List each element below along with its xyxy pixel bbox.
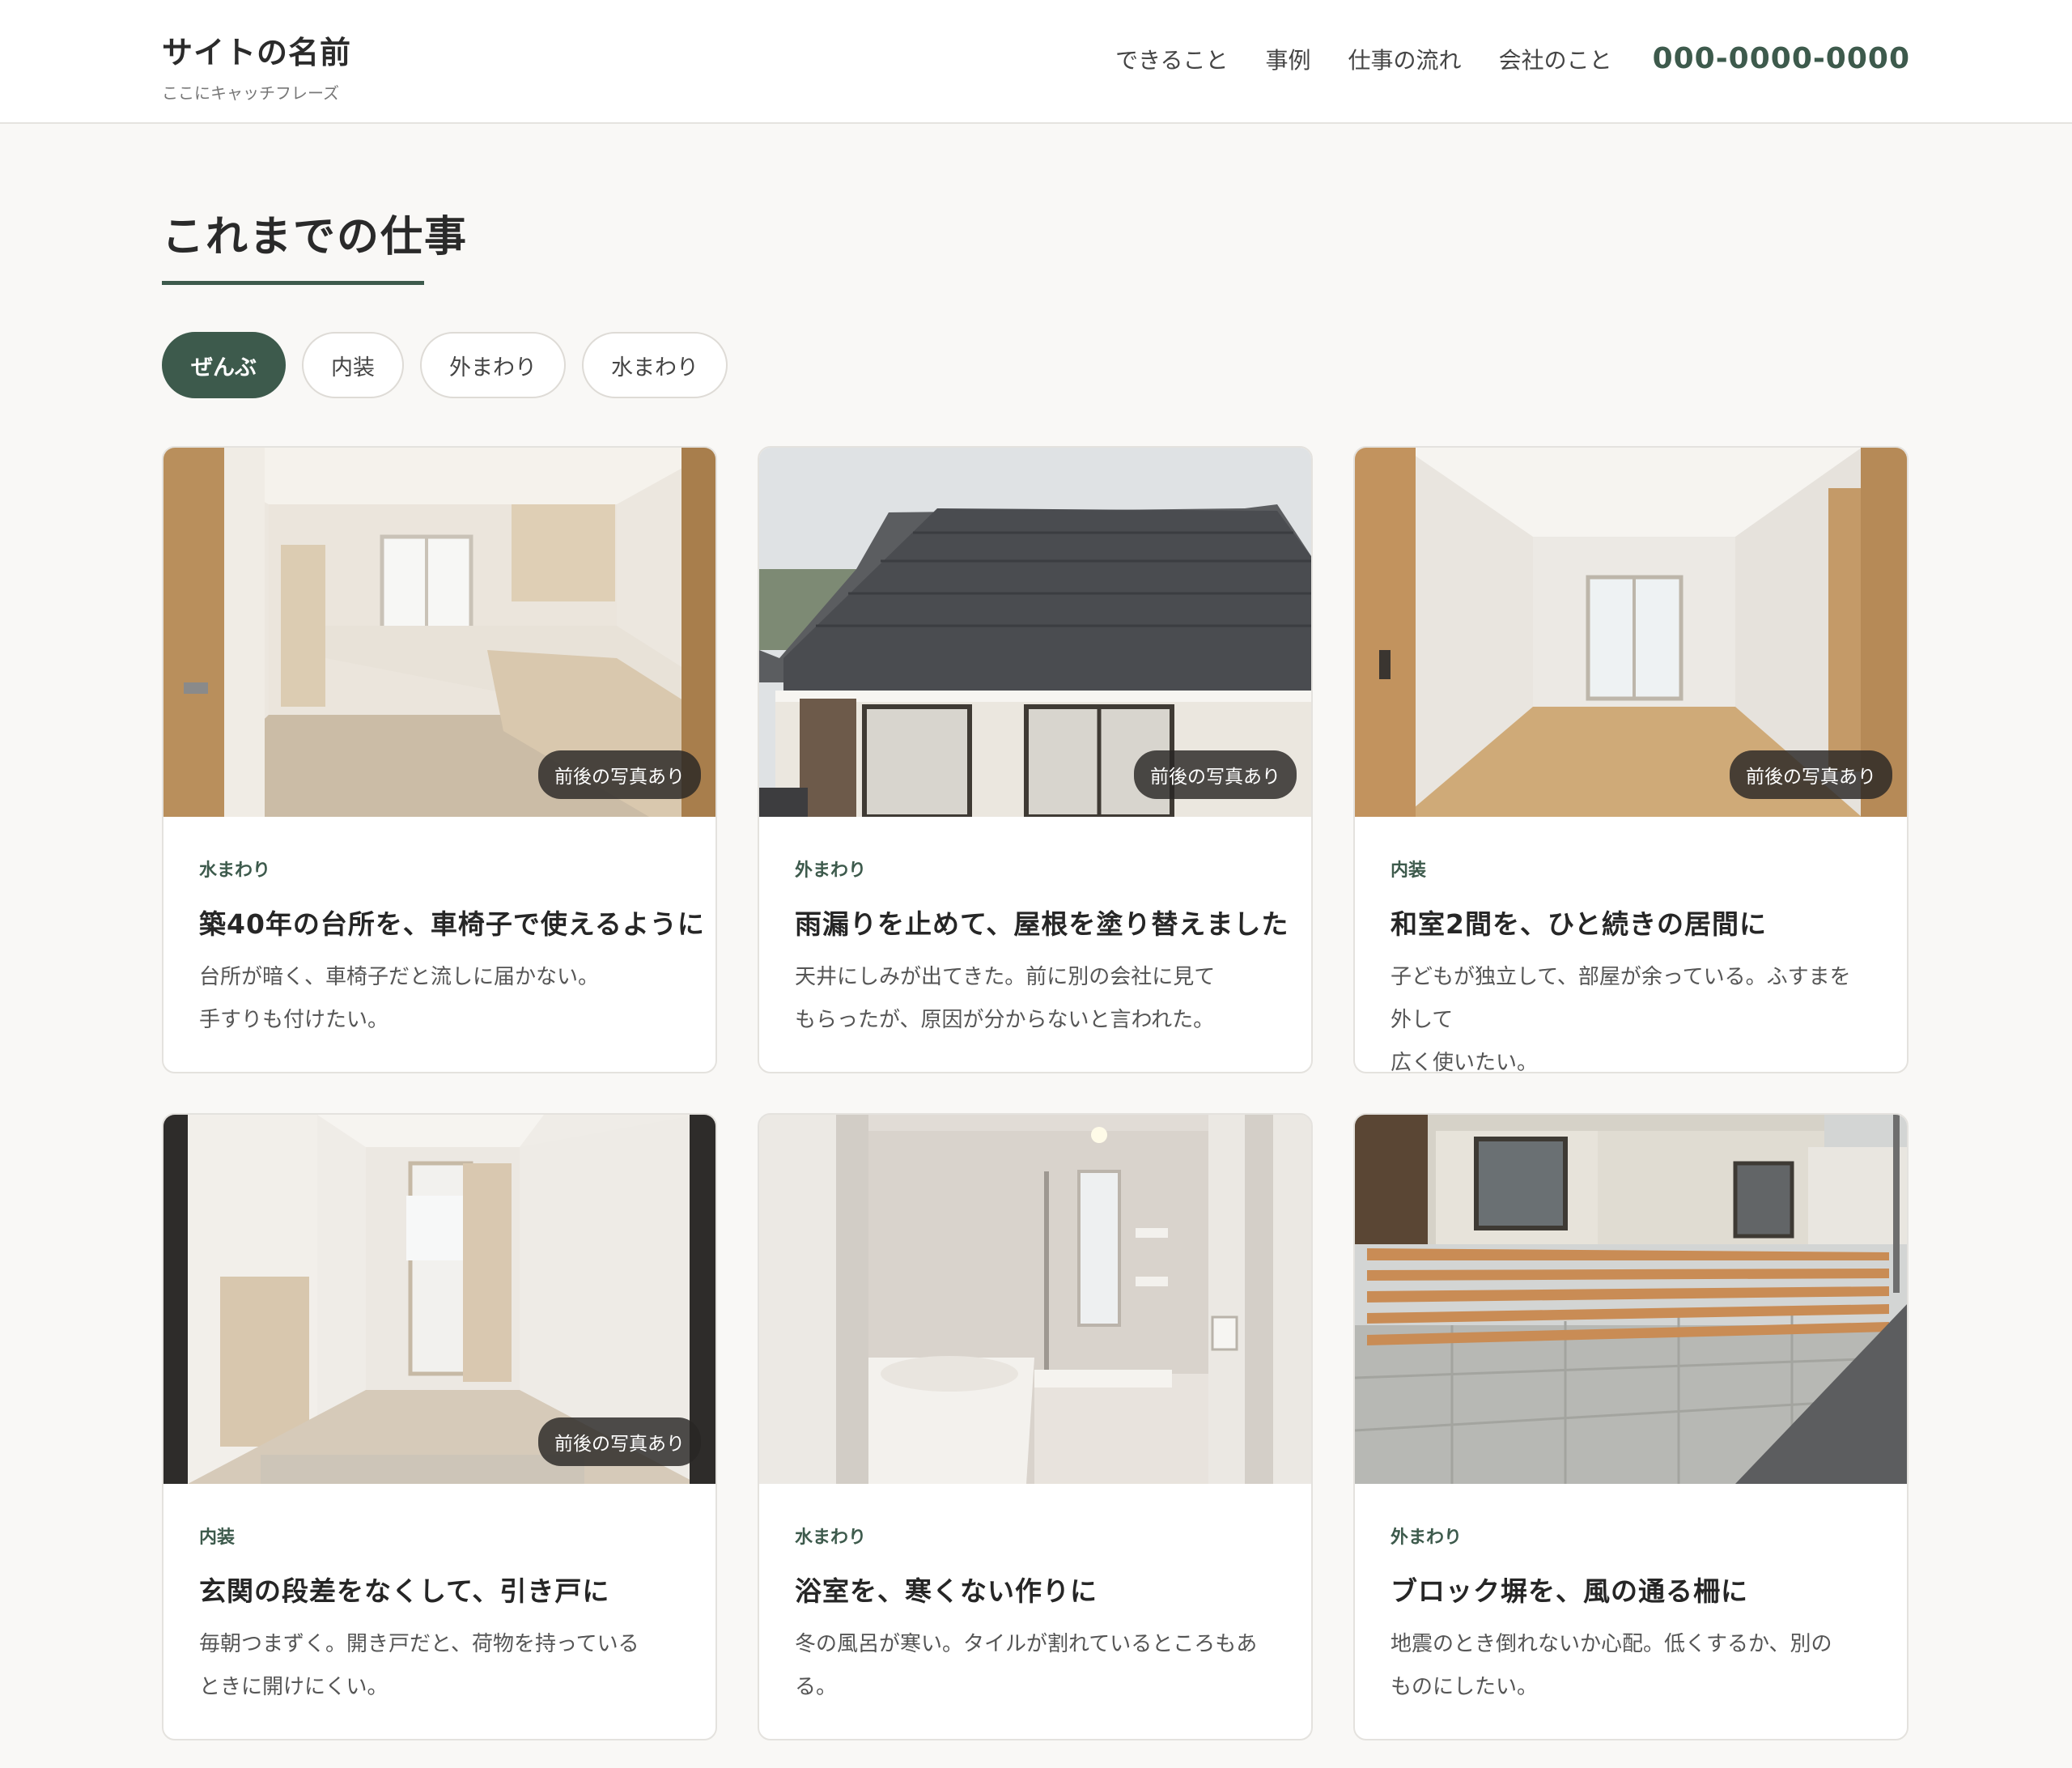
- card-description: 天井にしみが出てきた。前に別の会社に見て もらったが、原因が分からないと言われた…: [795, 956, 1276, 1042]
- case-card[interactable]: 前後の写真あり 内装 玄関の段差をなくして、引き戸に 毎朝つまずく。開き戸だと、…: [162, 1113, 717, 1740]
- card-description-line: ものにしたい。: [1391, 1675, 1539, 1699]
- filter-all[interactable]: ぜんぶ: [162, 332, 286, 398]
- bathroom-photo: [759, 1115, 1311, 1484]
- card-description: 子どもが独立して、部屋が余っている。ふすまを外して 広く使いたい。: [1391, 956, 1871, 1073]
- card-description-line: もらったが、原因が分からないと言われた。: [795, 1008, 1215, 1032]
- filter-exterior[interactable]: 外まわり: [420, 332, 566, 398]
- before-after-badge: 前後の写真あり: [538, 1417, 701, 1466]
- card-description-line: 台所が暗く、車椅子だと流しに届かない。: [199, 965, 600, 989]
- case-card[interactable]: 前後の写真あり 内装 和室2間を、ひと続きの居間に 子どもが独立して、部屋が余っ…: [1353, 446, 1909, 1073]
- card-description-line: 天井にしみが出てきた。前に別の会社に見て: [795, 965, 1216, 989]
- brand[interactable]: サイトの名前 ここにキャッチフレーズ: [162, 28, 351, 104]
- filter-bar: ぜんぶ 内装 外まわり 水まわり: [162, 332, 744, 398]
- entrance-photo: 前後の写真あり: [163, 1115, 715, 1484]
- site-header: サイトの名前 ここにキャッチフレーズ できること 事例 仕事の流れ 会社のこと …: [0, 0, 2072, 124]
- nav-item-company[interactable]: 会社のこと: [1499, 43, 1612, 75]
- case-card[interactable]: 水まわり 浴室を、寒くない作りに 冬の風呂が寒い。タイルが割れているところもある…: [758, 1113, 1313, 1740]
- main-nav: できること 事例 仕事の流れ 会社のこと 000-0000-0000: [1115, 42, 1910, 75]
- card-description-line: 子どもが独立して、部屋が余っている。ふすまを外して: [1391, 965, 1851, 1032]
- card-category: 内装: [1391, 861, 1427, 881]
- card-description-line: 広く使いたい。: [1391, 1051, 1539, 1073]
- case-card[interactable]: 外まわり ブロック塀を、風の通る柵に 地震のとき倒れないか心配。低くするか、別の…: [1353, 1113, 1909, 1740]
- card-description-line: 毎朝つまずく。開き戸だと、荷物を持っている: [199, 1632, 639, 1656]
- card-category: 外まわり: [795, 861, 867, 881]
- card-category: 外まわり: [1391, 1528, 1463, 1548]
- before-after-badge: 前後の写真あり: [1134, 750, 1297, 799]
- card-description-line: 冬の風呂が寒い。タイルが割れているところもある。: [795, 1632, 1258, 1699]
- page-title: これまでの仕事: [162, 213, 469, 261]
- card-description: 地震のとき倒れないか心配。低くするか、別の ものにしたい。: [1391, 1623, 1871, 1709]
- nav-item-services[interactable]: できること: [1115, 43, 1228, 75]
- card-title[interactable]: 浴室を、寒くない作りに: [795, 1570, 1276, 1609]
- card-description: 台所が暗く、車椅子だと流しに届かない。 手すりも付けたい。: [199, 956, 680, 1042]
- title-underline: [162, 281, 424, 285]
- card-title[interactable]: 和室2間を、ひと続きの居間に: [1391, 903, 1871, 941]
- filter-interior[interactable]: 内装: [302, 332, 404, 398]
- case-card[interactable]: 前後の写真あり 外まわり 雨漏りを止めて、屋根を塗り替えました 天井にしみが出て…: [758, 446, 1313, 1073]
- card-description: 冬の風呂が寒い。タイルが割れているところもある。: [795, 1623, 1276, 1709]
- nav-item-flow[interactable]: 仕事の流れ: [1348, 43, 1462, 75]
- nav-item-cases[interactable]: 事例: [1266, 43, 1311, 75]
- fence-photo: [1355, 1115, 1907, 1484]
- card-category: 内装: [199, 1528, 236, 1548]
- card-category: 水まわり: [199, 861, 271, 881]
- phone-number[interactable]: 000-0000-0000: [1653, 42, 1910, 75]
- filter-water[interactable]: 水まわり: [582, 332, 728, 398]
- card-description-line: ときに開けにくい。: [199, 1675, 388, 1699]
- card-title[interactable]: 築40年の台所を、車椅子で使えるように: [199, 903, 704, 941]
- before-after-badge: 前後の写真あり: [1730, 750, 1892, 799]
- card-title[interactable]: ブロック塀を、風の通る柵に: [1391, 1570, 1871, 1609]
- card-description-line: 手すりも付けたい。: [199, 1008, 389, 1032]
- card-title[interactable]: 雨漏りを止めて、屋根を塗り替えました: [795, 903, 1288, 941]
- site-tagline: ここにキャッチフレーズ: [162, 83, 339, 103]
- card-description-line: 地震のとき倒れないか心配。低くするか、別の: [1391, 1632, 1832, 1656]
- living-room-photo: 前後の写真あり: [1355, 448, 1907, 817]
- kitchen-photo: 前後の写真あり: [163, 448, 715, 817]
- before-after-badge: 前後の写真あり: [538, 750, 701, 799]
- site-name[interactable]: サイトの名前: [162, 28, 351, 72]
- card-category: 水まわり: [795, 1528, 867, 1548]
- card-description: 毎朝つまずく。開き戸だと、荷物を持っている ときに開けにくい。: [199, 1623, 680, 1709]
- case-card[interactable]: 前後の写真あり 水まわり 築40年の台所を、車椅子で使えるように 台所が暗く、車…: [162, 446, 717, 1073]
- card-title[interactable]: 玄関の段差をなくして、引き戸に: [199, 1570, 680, 1609]
- roof-photo: 前後の写真あり: [759, 448, 1311, 817]
